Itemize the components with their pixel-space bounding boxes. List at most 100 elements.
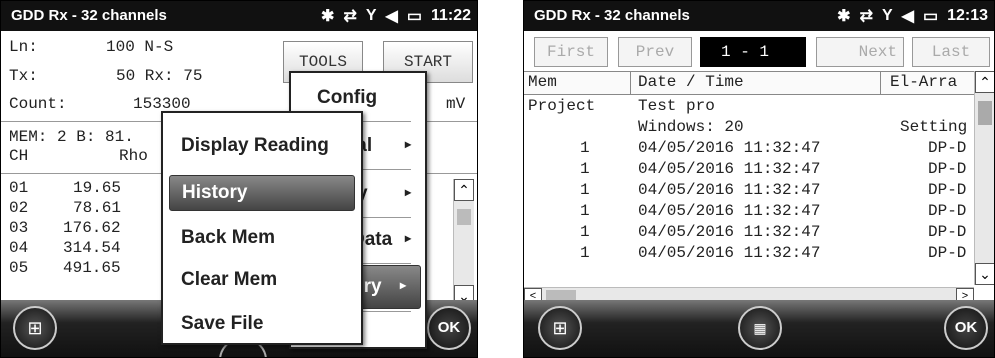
menu-item-clear-mem[interactable]: Clear Mem — [163, 259, 361, 301]
array-cell: DP-D — [928, 160, 967, 178]
keyboard-icon[interactable]: ▦ — [738, 306, 782, 350]
ch-cell: 01 — [9, 179, 29, 197]
project-label: Project — [528, 97, 596, 115]
table-row[interactable]: 1 04/05/2016 11:32:47 DP-D — [524, 160, 966, 180]
ok-button[interactable]: OK — [427, 306, 471, 350]
channel-list: 01 19.65 02 78.61 03 176.62 04 314.54 05 491.… — [1, 179, 161, 289]
app-title: GDD Rx - 32 channels — [11, 7, 167, 24]
battery-icon: ▭ — [406, 8, 422, 25]
list-item[interactable]: 04 314.54 — [1, 239, 141, 259]
ok-button[interactable]: OK — [944, 306, 988, 350]
menu-item-back-mem[interactable]: Back Mem — [163, 217, 361, 259]
status-icons: ✱ ⇄ Y ◀ ▭ 12:13 — [837, 6, 988, 26]
table-row[interactable]: 1 04/05/2016 11:32:47 DP-D — [524, 139, 966, 159]
range-input[interactable]: 1 - 1 — [700, 37, 806, 67]
app-title: GDD Rx - 32 channels — [534, 7, 690, 24]
date-cell: 04/05/2016 11:32:47 — [638, 181, 821, 199]
battery-icon: ▭ — [922, 8, 939, 25]
vertical-scrollbar[interactable]: ⌃ ⌄ — [453, 179, 474, 307]
col-mem[interactable]: Mem — [528, 73, 557, 91]
signal-icon: Y — [881, 7, 893, 24]
date-cell: 04/05/2016 11:32:47 — [638, 202, 821, 220]
scroll-up-icon[interactable]: ⌃ — [454, 179, 474, 201]
list-item[interactable]: 05 491.65 — [1, 259, 141, 279]
mem-cell: 1 — [580, 181, 590, 199]
bluetooth-icon: ✱ — [321, 8, 335, 25]
history-list: 1 04/05/2016 11:32:47 DP-D 1 04/05/2016 11:… — [524, 139, 976, 263]
mem-cell: 1 — [580, 244, 590, 262]
windows-info: Windows: 20 — [638, 118, 744, 136]
menu-item-label: Back Mem — [181, 227, 275, 248]
windows-start-icon[interactable]: ⊞ — [13, 306, 57, 350]
date-cell: 04/05/2016 11:32:47 — [638, 244, 821, 262]
menu-item-label: Save File — [181, 313, 264, 334]
date-cell: 04/05/2016 11:32:47 — [638, 160, 821, 178]
menu-item-save-file[interactable]: Save File — [163, 303, 361, 345]
menu-item-display-reading[interactable]: Display Reading — [163, 125, 361, 167]
menu-item-label: Display Reading — [181, 135, 329, 156]
mem-info: MEM: 2 B: 81. — [9, 128, 134, 146]
history-menu: Display Reading History Back Mem Clear M… — [161, 111, 363, 345]
mem-cell: 1 — [580, 139, 590, 157]
column-divider — [880, 72, 881, 94]
ch-cell: 03 — [9, 219, 29, 237]
right-screen: GDD Rx - 32 channels ✱ ⇄ Y ◀ ▭ 12:13 Fir… — [523, 0, 995, 358]
menu-item-label: Clear Mem — [181, 269, 278, 290]
list-item[interactable]: 01 19.65 — [1, 179, 141, 199]
column-divider — [630, 72, 631, 94]
menu-item-history[interactable]: History — [169, 175, 355, 211]
table-header: Mem Date / Time El-Arra — [524, 71, 994, 95]
scroll-up-icon[interactable]: ⌃ — [975, 71, 994, 93]
rho-cell: 176.62 — [63, 219, 121, 237]
list-item[interactable]: 02 78.61 — [1, 199, 141, 219]
tx-value: 50 Rx: 75 — [116, 67, 203, 85]
rho-cell: 491.65 — [63, 259, 121, 277]
array-cell: DP-D — [928, 139, 967, 157]
signal-icon: Y — [365, 7, 377, 24]
next-button[interactable]: Next — [816, 37, 904, 67]
left-screen: GDD Rx - 32 channels ✱ ⇄ Y ◀ ▭ 11:22 Ln:… — [0, 0, 478, 358]
rho-cell: 19.65 — [73, 179, 122, 197]
table-row[interactable]: 1 04/05/2016 11:32:47 DP-D — [524, 223, 966, 243]
list-item[interactable]: 03 176.62 — [1, 219, 141, 239]
col-el-array[interactable]: El-Arra — [890, 73, 957, 91]
chevron-right-icon: ▸ — [404, 231, 411, 245]
scroll-thumb[interactable] — [457, 209, 471, 225]
ch-header: CH — [9, 147, 29, 165]
clock: 11:22 — [430, 7, 471, 24]
mem-cell: 1 — [580, 160, 590, 178]
scroll-down-icon[interactable]: ⌄ — [975, 263, 994, 285]
volume-icon: ◀ — [901, 8, 914, 25]
title-bar: GDD Rx - 32 channels ✱ ⇄ Y ◀ ▭ 12:13 — [524, 1, 994, 31]
volume-icon: ◀ — [385, 8, 398, 25]
ch-cell: 04 — [9, 239, 29, 257]
table-row[interactable]: 1 04/05/2016 11:32:47 DP-D — [524, 181, 966, 201]
date-cell: 04/05/2016 11:32:47 — [638, 139, 821, 157]
last-button[interactable]: Last — [912, 37, 990, 67]
status-icons: ✱ ⇄ Y ◀ ▭ 11:22 — [321, 6, 471, 26]
first-button[interactable]: First — [534, 37, 608, 67]
rho-cell: 78.61 — [73, 199, 122, 217]
tx-label: Tx: — [9, 67, 38, 85]
chevron-right-icon: ▸ — [399, 278, 406, 292]
bottom-bar: ⊞ ▦ OK — [524, 300, 994, 357]
array-cell: DP-D — [928, 223, 967, 241]
windows-start-icon[interactable]: ⊞ — [538, 306, 582, 350]
table-row[interactable]: 1 04/05/2016 11:32:47 DP-D — [524, 202, 966, 222]
rho-header: Rho — [119, 147, 148, 165]
mem-cell: 1 — [580, 202, 590, 220]
col-date-time[interactable]: Date / Time — [638, 73, 744, 91]
sync-icon: ⇄ — [343, 8, 357, 25]
array-cell: DP-D — [928, 181, 967, 199]
vertical-scrollbar[interactable]: ⌃ ⌄ — [974, 71, 994, 285]
chevron-right-icon: ▸ — [404, 185, 411, 199]
scroll-thumb[interactable] — [978, 101, 992, 125]
menu-item-label: Config — [317, 87, 378, 108]
ln-label: Ln: — [9, 38, 38, 56]
ln-value: 100 N-S — [106, 38, 174, 56]
project-value: Test pro — [638, 97, 715, 115]
prev-button[interactable]: Prev — [618, 37, 692, 67]
setting-label: Setting — [900, 118, 968, 136]
table-row[interactable]: 1 04/05/2016 11:32:47 DP-D — [524, 244, 966, 264]
mem-cell: 1 — [580, 223, 590, 241]
